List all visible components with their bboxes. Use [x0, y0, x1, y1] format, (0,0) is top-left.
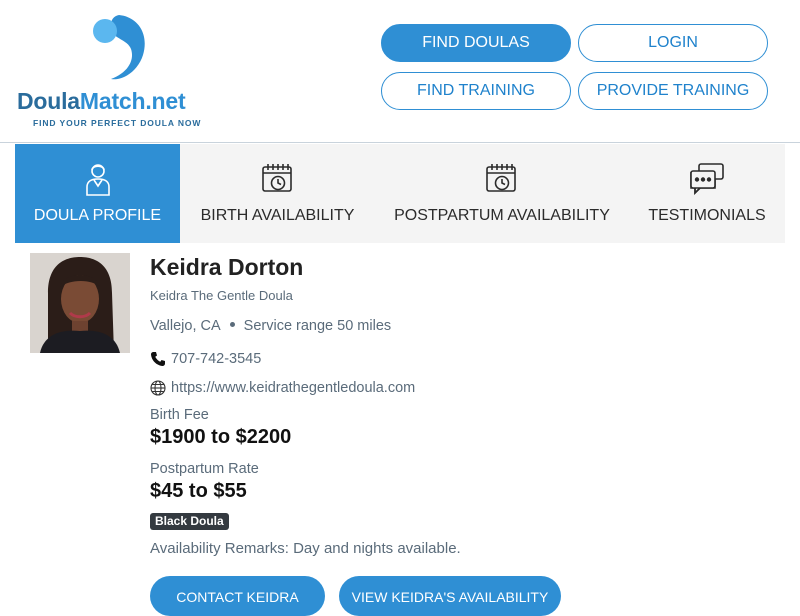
calendar-clock-icon	[258, 160, 298, 198]
tab-label: DOULA PROFILE	[33, 207, 162, 224]
business-name: Keidra The Gentle Doula	[150, 288, 293, 303]
black-doula-badge: Black Doula	[150, 513, 229, 530]
separator-dot	[229, 322, 235, 328]
login-button[interactable]: LOGIN	[578, 24, 768, 62]
website-row[interactable]: https://www.keidrathegentledoula.com	[150, 380, 415, 396]
tab-label: TESTIMONIALS	[648, 207, 766, 224]
brand-tagline: FIND YOUR PERFECT DOULA NOW	[33, 118, 202, 128]
availability-remarks: Availability Remarks: Day and nights ava…	[150, 540, 461, 557]
birth-fee-value: $1900 to $2200	[150, 426, 292, 448]
site-header: DoulaMatch.net FIND YOUR PERFECT DOULA N…	[0, 0, 800, 143]
brand-logo[interactable]: DoulaMatch.net FIND YOUR PERFECT DOULA N…	[17, 10, 217, 132]
tab-label: BIRTH AVAILABILITY	[200, 207, 355, 224]
globe-icon	[150, 380, 166, 396]
city: Vallejo, CA	[150, 318, 221, 334]
postpartum-rate-value: $45 to $55	[150, 480, 247, 502]
brand-wordmark: DoulaMatch.net	[17, 88, 186, 114]
phone-icon	[151, 352, 165, 366]
tab-doula-profile[interactable]: DOULA PROFILE	[15, 144, 180, 243]
tab-testimonials[interactable]: TESTIMONIALS	[629, 144, 785, 243]
tab-label: POSTPARTUM AVAILABILITY	[394, 207, 610, 224]
birth-fee-label: Birth Fee	[150, 407, 209, 423]
view-availability-button[interactable]: VIEW KEIDRA'S AVAILABILITY	[339, 576, 561, 616]
tab-birth-availability[interactable]: BIRTH AVAILABILITY	[180, 144, 375, 243]
calendar-clock-icon	[482, 160, 522, 198]
contact-doula-button[interactable]: CONTACT KEIDRA	[150, 576, 325, 616]
location-line: Vallejo, CA Service range 50 miles	[150, 318, 391, 334]
website-link[interactable]: https://www.keidrathegentledoula.com	[171, 380, 415, 396]
profile-tabs: DOULA PROFILE BIRTH AVAILABILITY POSTPAR…	[15, 144, 785, 243]
provide-training-button[interactable]: PROVIDE TRAINING	[578, 72, 768, 110]
find-training-button[interactable]: FIND TRAINING	[381, 72, 571, 110]
chat-bubbles-icon	[687, 160, 727, 198]
doula-photo	[30, 253, 130, 353]
phone-row[interactable]: 707-742-3545	[150, 351, 261, 367]
phone-number[interactable]: 707-742-3545	[171, 351, 261, 367]
tab-postpartum-availability[interactable]: POSTPARTUM AVAILABILITY	[375, 144, 629, 243]
find-doulas-button[interactable]: FIND DOULAS	[381, 24, 571, 62]
postpartum-rate-label: Postpartum Rate	[150, 461, 259, 477]
doula-name: Keidra Dorton	[150, 254, 304, 280]
doula-person-icon	[78, 160, 118, 198]
logo-mark-icon	[93, 15, 145, 80]
service-range: Service range 50 miles	[243, 318, 392, 334]
